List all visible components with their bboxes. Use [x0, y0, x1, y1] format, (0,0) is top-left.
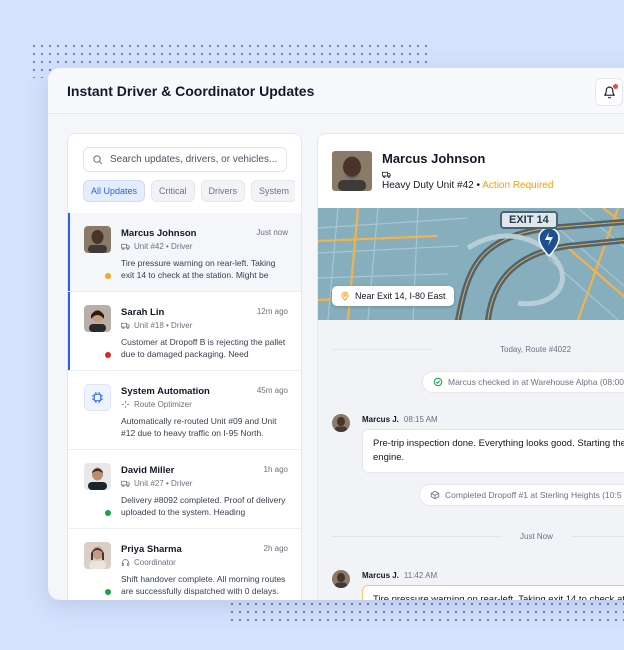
- update-time: Just now: [256, 228, 288, 237]
- avatar: [332, 414, 350, 432]
- filter-chips: All Updates Critical Drivers System: [83, 180, 295, 202]
- chat-sender: Marcus J. 11:42 AM: [362, 571, 437, 580]
- update-meta-text: Unit #42 • Driver: [134, 242, 193, 251]
- truck-icon: [121, 322, 130, 329]
- driver-unit-line: Heavy Duty Unit #42 • Action Required: [382, 180, 553, 191]
- location-text: Near Exit 14, I-80 East: [355, 291, 446, 301]
- chat-sender-name: Marcus J.: [362, 415, 399, 424]
- update-time: 2h ago: [263, 544, 288, 553]
- driver-unit: Heavy Duty Unit #42: [382, 180, 474, 191]
- app-header: Instant Driver & Coordinator Updates: [48, 68, 624, 114]
- chat-time: 08:15 AM: [403, 415, 438, 424]
- filter-critical[interactable]: Critical: [151, 180, 195, 202]
- filter-system[interactable]: System: [251, 180, 295, 202]
- status-badge: Action Required: [482, 180, 554, 191]
- status-dot: [105, 273, 111, 279]
- system-message-text: Completed Dropoff #1 at Sterling Heights…: [445, 490, 622, 500]
- chat-message-warning: Tire pressure warning on rear-left. Taki…: [362, 585, 624, 600]
- filter-all-updates[interactable]: All Updates: [83, 180, 146, 202]
- system-message-text: Marcus checked in at Warehouse Alpha (08…: [448, 377, 624, 387]
- map-pin-icon: [341, 291, 349, 301]
- update-meta: Route Optimizer: [121, 400, 192, 409]
- update-body: Delivery #8092 completed. Proof of deliv…: [121, 495, 286, 517]
- app-window: Instant Driver & Coordinator Updates Sea…: [48, 68, 624, 600]
- list-item[interactable]: David Miller 1h ago Unit #27 • Driver De…: [68, 450, 301, 529]
- truck-icon: [121, 243, 130, 250]
- status-dot: [105, 352, 111, 358]
- update-meta: Coordinator: [121, 558, 176, 567]
- chip-icon: [92, 392, 103, 403]
- avatar: [84, 463, 111, 490]
- list-item[interactable]: Sarah Lin 12m ago Unit #18 • Driver Cust…: [68, 292, 301, 371]
- location-pill: Near Exit 14, I-80 East: [332, 286, 454, 306]
- updates-panel: Search updates, drivers, or vehicles... …: [67, 133, 302, 600]
- update-meta-text: Coordinator: [134, 558, 176, 567]
- updates-list: Marcus Johnson Just now Unit #42 • Drive…: [68, 213, 301, 600]
- update-time: 1h ago: [263, 465, 288, 474]
- driver-name: Marcus Johnson: [382, 151, 486, 166]
- update-name: Priya Sharma: [121, 544, 182, 555]
- status-dot: [105, 510, 111, 516]
- location-map[interactable]: EXIT 14 Near Exit 14, I-80 East: [318, 208, 624, 320]
- system-message: Marcus checked in at Warehouse Alpha (08…: [422, 371, 624, 393]
- search-placeholder: Search updates, drivers, or vehicles...: [110, 154, 278, 165]
- update-meta-text: Route Optimizer: [134, 400, 192, 409]
- time-divider: Just Now: [520, 532, 553, 541]
- separator: •: [476, 180, 481, 191]
- list-item[interactable]: System Automation 45m ago Route Optimize…: [68, 371, 301, 450]
- avatar: [332, 570, 350, 588]
- update-time: 45m ago: [256, 386, 288, 395]
- update-body: Shift handover complete. All morning rou…: [121, 574, 286, 596]
- system-message: Completed Dropoff #1 at Sterling Heights…: [419, 484, 624, 506]
- update-meta-text: Unit #18 • Driver: [134, 321, 193, 330]
- update-meta: Unit #18 • Driver: [121, 321, 192, 330]
- driver-profile: Marcus Johnson Heavy Duty Unit #42 • Act…: [318, 134, 624, 208]
- filter-drivers[interactable]: Drivers: [200, 180, 246, 202]
- list-item[interactable]: Marcus Johnson Just now Unit #42 • Drive…: [68, 213, 301, 292]
- check-circle-icon: [433, 377, 443, 387]
- update-body: Tire pressure warning on rear-left. Taki…: [121, 258, 276, 280]
- exit-sign: EXIT 14: [500, 211, 558, 229]
- search-icon: [93, 155, 103, 165]
- chat-thread: Today, Route #4022 Marcus checked in at …: [318, 320, 624, 600]
- list-item[interactable]: Priya Sharma 2h ago Coordinator Shift ha…: [68, 529, 301, 600]
- search-input[interactable]: Search updates, drivers, or vehicles...: [83, 147, 287, 172]
- date-divider: Today, Route #4022: [500, 345, 572, 354]
- update-name: System Automation: [121, 386, 210, 397]
- page-title: Instant Driver & Coordinator Updates: [67, 82, 315, 99]
- update-body: Customer at Dropoff B is rejecting the p…: [121, 337, 286, 359]
- chat-sender-name: Marcus J.: [362, 571, 399, 580]
- chat-message: Pre-trip inspection done. Everything loo…: [362, 429, 624, 473]
- chat-time: 11:42 AM: [403, 571, 438, 580]
- driver-photo: [332, 151, 372, 191]
- update-name: David Miller: [121, 465, 175, 476]
- detail-panel: Marcus Johnson Heavy Duty Unit #42 • Act…: [317, 133, 624, 600]
- truck-icon: [382, 171, 391, 178]
- chat-sender: Marcus J. 08:15 AM: [362, 415, 438, 424]
- update-body: Automatically re-routed Unit #09 and Uni…: [121, 416, 277, 438]
- status-dot: [105, 589, 111, 595]
- update-meta: Unit #27 • Driver: [121, 479, 192, 488]
- sparkle-icon: [121, 400, 130, 409]
- update-time: 12m ago: [256, 307, 288, 316]
- avatar: [84, 542, 111, 569]
- headset-icon: [121, 559, 130, 566]
- truck-icon: [121, 480, 130, 487]
- package-icon: [430, 490, 440, 500]
- decorative-dots-bottom: [228, 600, 624, 626]
- notification-dot: [613, 84, 618, 89]
- update-name: Sarah Lin: [121, 307, 165, 318]
- update-name: Marcus Johnson: [121, 228, 197, 239]
- avatar: [84, 305, 111, 332]
- system-automation-icon: [84, 384, 111, 411]
- update-meta: Unit #42 • Driver: [121, 242, 192, 251]
- avatar: [84, 226, 111, 253]
- update-meta-text: Unit #27 • Driver: [134, 479, 193, 488]
- notifications-button[interactable]: [595, 78, 623, 106]
